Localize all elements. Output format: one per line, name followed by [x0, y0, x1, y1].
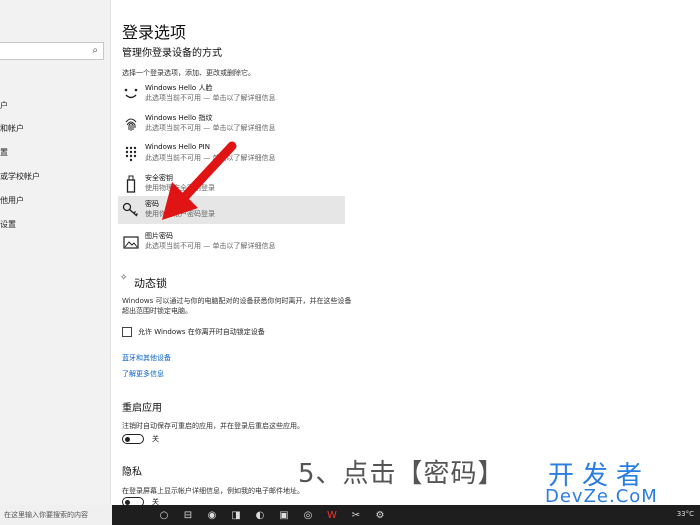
sidebar-item-3[interactable]: 置 [0, 147, 8, 158]
settings-content: 登录选项 管理你登录设备的方式 选择一个登录选项，添加、更改或删除它。 Wind… [110, 0, 700, 507]
taskbar-search-box[interactable]: 在这里输入你要搜索的内容 [0, 505, 112, 525]
task-view-icon[interactable]: ⊟ [180, 508, 196, 522]
app-icon[interactable]: ◨ [228, 508, 244, 522]
taskbar: 在这里输入你要搜索的内容 ○ ⊟ ◉ ◨ ◐ ▣ ◎ W ✂ ⚙ 33°C [0, 505, 700, 525]
dynamic-lock-text: Windows 可以通过与你的电脑配对的设备获悉你何时离开，并在这些设备超出范围… [122, 297, 352, 315]
settings-gear-icon[interactable]: ⚙ [372, 508, 388, 522]
chat-icon[interactable]: ▣ [276, 508, 292, 522]
option-title: Windows Hello 人脸 [145, 84, 213, 92]
settings-sidebar: ⌕ 户 和帐户 置 或学校帐户 他用户 设置 [0, 0, 111, 505]
page-title: 登录选项 [122, 23, 187, 42]
pin-keypad-icon [122, 144, 140, 164]
settings-search-box[interactable]: ⌕ [0, 42, 104, 60]
edge-icon[interactable]: ◐ [252, 508, 268, 522]
option-desc: 此选项当前不可用 — 单击以了解详细信息 [145, 242, 276, 250]
dynamic-lock-checkbox-row[interactable]: 允许 Windows 在你离开时自动锁定设备 [122, 327, 265, 337]
sidebar-item-4[interactable]: 或学校帐户 [0, 171, 40, 182]
restart-apps-toggle-row[interactable]: 关 [122, 434, 159, 444]
video-editor-icon[interactable]: ✂ [348, 508, 364, 522]
option-desc: 此选项当前不可用 — 单击以了解详细信息 [145, 94, 276, 102]
dynamic-lock-checkbox[interactable] [122, 327, 132, 337]
option-title: 图片密码 [145, 232, 173, 240]
face-icon [122, 84, 140, 104]
option-desc: 此选项当前不可用 — 单击以了解详细信息 [145, 124, 276, 132]
wps-icon[interactable]: W [324, 508, 340, 522]
search-icon[interactable]: ⌕ [92, 45, 98, 56]
cortana-icon[interactable]: ○ [156, 508, 172, 522]
sidebar-item-6[interactable]: 设置 [0, 219, 16, 230]
option-face[interactable]: Windows Hello 人脸 此选项当前不可用 — 单击以了解详细信息 [118, 80, 345, 108]
dynamic-lock-title: 动态锁 [134, 277, 167, 290]
option-picture-password[interactable]: 图片密码 此选项当前不可用 — 单击以了解详细信息 [118, 228, 345, 256]
step-caption: 5、点击【密码】 [298, 459, 505, 489]
sparkle-icon: ✧ [120, 273, 128, 283]
help-text: 选择一个登录选项，添加、更改或删除它。 [122, 69, 255, 77]
sidebar-item-2[interactable]: 和帐户 [0, 123, 24, 134]
restart-apps-toggle[interactable] [122, 434, 144, 444]
sidebar-item-1[interactable]: 户 [0, 100, 8, 111]
picture-icon [122, 232, 140, 252]
privacy-text: 在登录屏幕上显示帐户详细信息，例如我的电子邮件地址。 [122, 487, 304, 495]
learn-more-link[interactable]: 了解更多信息 [122, 369, 164, 379]
weather-temperature: 33°C [676, 510, 694, 518]
option-fingerprint[interactable]: Windows Hello 指纹 此选项当前不可用 — 单击以了解详细信息 [118, 110, 345, 138]
chrome-icon[interactable]: ◉ [204, 508, 220, 522]
restart-apps-title: 重启应用 [122, 403, 162, 414]
wechat-icon[interactable]: ◎ [300, 508, 316, 522]
usb-key-icon [122, 174, 140, 194]
red-arrow-annotation [162, 141, 237, 220]
privacy-title: 隐私 [122, 467, 142, 478]
page-subtitle: 管理你登录设备的方式 [122, 48, 222, 59]
watermark-bottom: DevZe.CoM [545, 486, 658, 507]
dynamic-lock-checkbox-label: 允许 Windows 在你离开时自动锁定设备 [138, 328, 265, 336]
fingerprint-icon [122, 114, 140, 134]
sidebar-item-5[interactable]: 他用户 [0, 195, 24, 206]
restart-apps-toggle-label: 关 [152, 435, 159, 443]
restart-apps-text: 注销时自动保存可重启的应用，并在登录后重启这些应用。 [122, 422, 304, 430]
bluetooth-devices-link[interactable]: 蓝牙和其他设备 [122, 353, 171, 363]
option-title: Windows Hello 指纹 [145, 114, 213, 122]
key-icon [122, 200, 140, 220]
